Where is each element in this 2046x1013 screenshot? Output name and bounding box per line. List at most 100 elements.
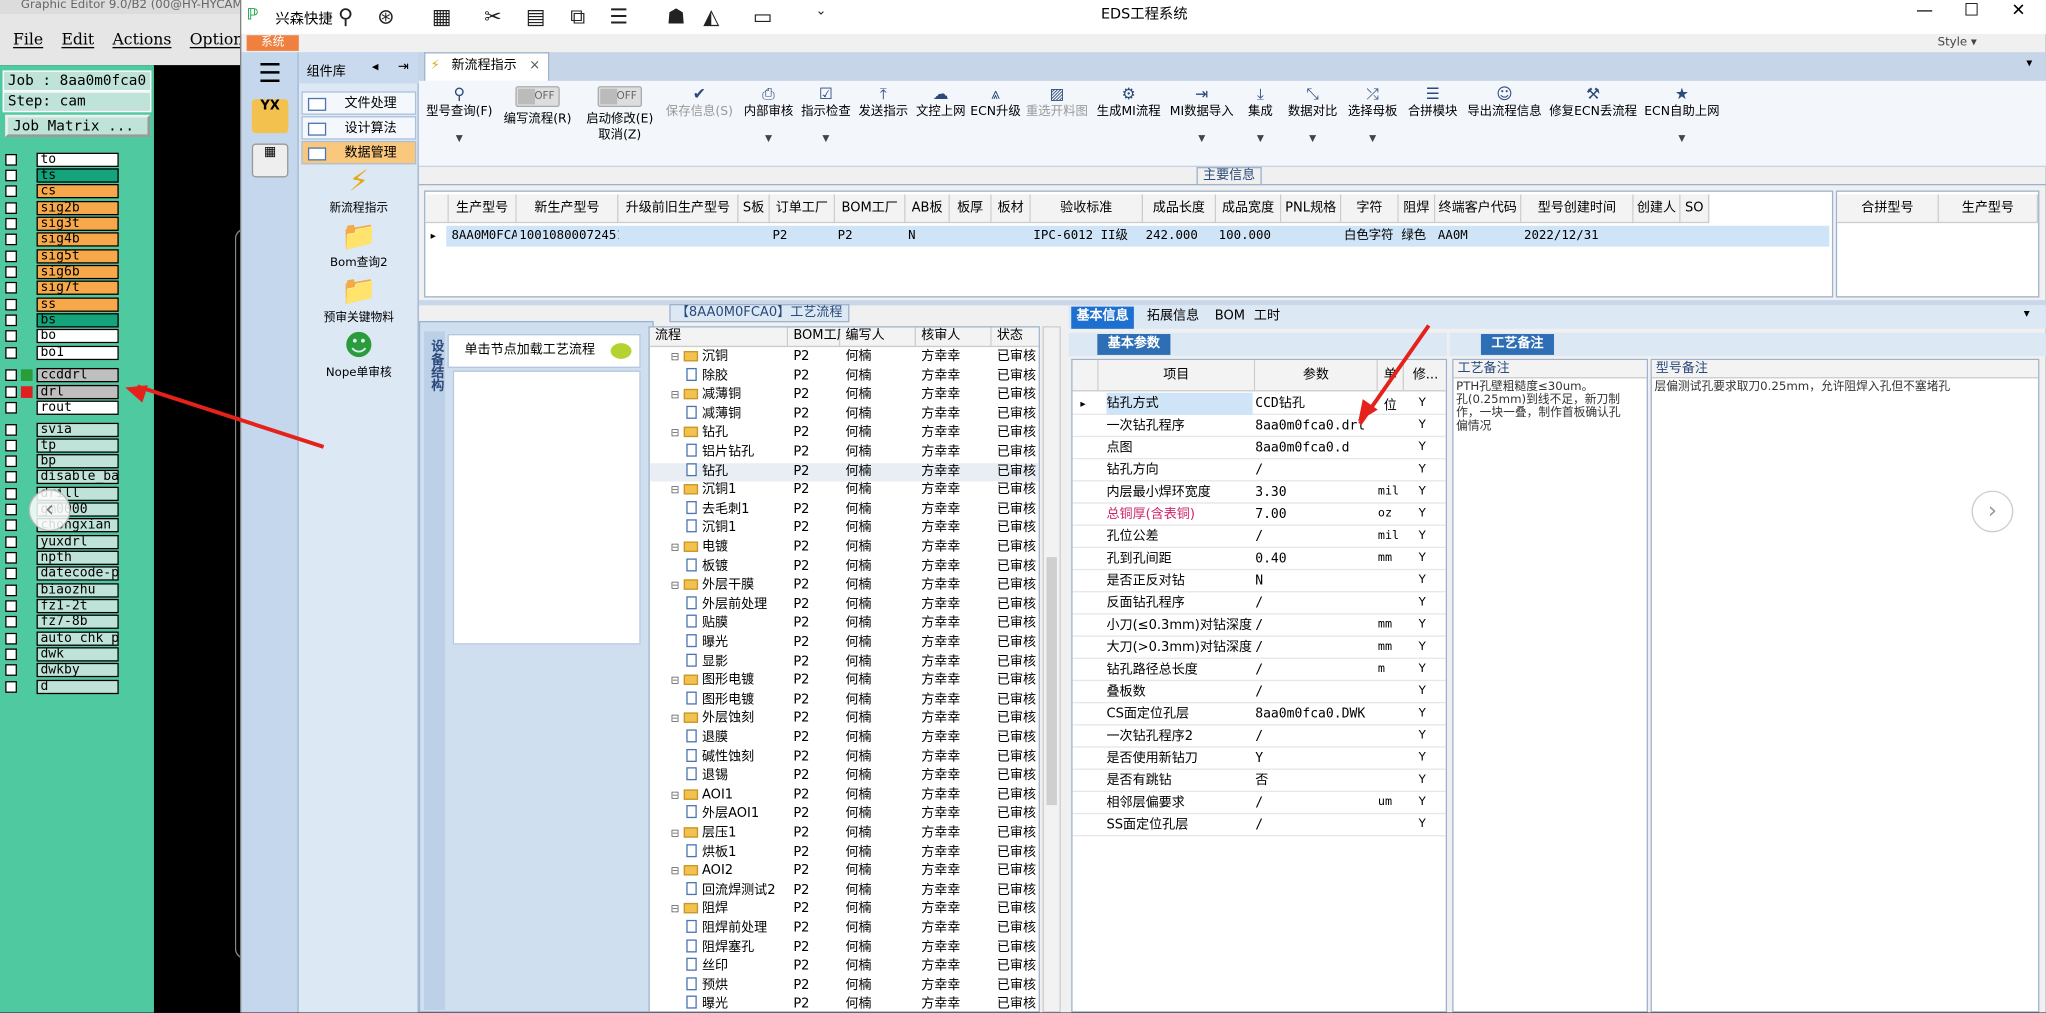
toolbar-button[interactable]: ⚙ 生成MI流程 [1092,86,1165,120]
toolbar-button[interactable]: ☁ 文控上网 [912,86,969,120]
layer-row[interactable]: sig6b [5,264,119,280]
param-row[interactable]: 孔到孔间距 0.40 mm Y [1072,548,1446,571]
param-column-header[interactable]: 参数 [1255,360,1378,392]
layer-checkbox[interactable] [5,168,17,181]
layer-checkbox[interactable] [5,503,17,515]
column-header[interactable]: 新生产型号 [516,194,619,224]
toggle-switch[interactable]: OFF [515,86,560,107]
load-process-hint[interactable]: 单击节点加载工艺流程 [447,334,641,368]
column-header[interactable]: 成品长度 [1143,194,1217,224]
layer-row[interactable]: sig7t [5,279,119,295]
tree-row[interactable]: ⊟ 外层干膜 P2 何楠 方幸幸 已审核 [650,577,1039,596]
toggle-switch[interactable]: OFF [597,86,642,107]
layer-row[interactable]: npth [5,549,119,565]
layer-checkbox[interactable] [5,232,17,245]
layer-checkbox[interactable] [5,632,17,644]
layer-row[interactable]: ccddrl [5,367,119,383]
tree-column-header[interactable]: 编写人 [840,327,916,348]
editor-menu-item[interactable]: Edit [61,30,94,48]
style-menu[interactable]: Style ▾ [1938,37,1977,50]
layer-checkbox[interactable] [5,615,17,627]
tree-row[interactable]: 碱性蚀刻 P2 何楠 方幸幸 已审核 [650,748,1039,767]
tree-row[interactable]: ⊟ 图形电镀 P2 何楠 方幸幸 已审核 [650,672,1039,691]
layer-row[interactable]: sig2b [5,200,119,216]
toolbar-button[interactable]: ✔ 保存信息(S) [662,86,738,120]
layer-checkbox[interactable] [5,346,17,359]
param-value[interactable]: 8aa0m0fca0.d [1255,437,1378,459]
editor-menu-item[interactable]: Actions [112,30,171,48]
param-row[interactable]: 总铜厚(含表铜) 7.00 oz Y [1072,504,1446,526]
toolbar-button[interactable]: ⚲ 型号查询(F) ▼ [424,86,494,146]
layer-row[interactable]: ss [5,296,119,312]
column-header[interactable]: 生产型号 [448,194,517,224]
param-value[interactable]: / [1255,459,1378,481]
tree-row[interactable]: ⊟ 阻焊 P2 何楠 方幸幸 已审核 [650,901,1039,920]
tree-row[interactable]: ⊟ AOI2 P2 何楠 方幸幸 已审核 [650,863,1039,882]
tree-row[interactable]: ⊟ 沉铜 P2 何楠 方幸幸 已审核 [650,348,1039,367]
column-header[interactable]: 验收标准 [1030,194,1144,224]
library-shortcut[interactable]: 📁 Bom查询2 [299,221,419,270]
calculator-icon[interactable]: ▦ [251,143,289,178]
info-tab[interactable]: 工时 [1249,307,1286,329]
library-shortcut[interactable]: ☻ Nope单审核 [299,331,419,380]
next-arrow-icon[interactable]: › [1971,490,2014,533]
column-header[interactable]: S板 [738,194,770,224]
tree-row[interactable]: 阻焊前处理 P2 何楠 方幸幸 已审核 [650,919,1039,939]
collapse-icon[interactable]: ⊟ [671,901,681,920]
column-header[interactable]: 成品宽度 [1216,194,1282,224]
layer-checkbox[interactable] [5,298,17,310]
param-row[interactable]: 反面钻孔程序 / Y [1072,592,1446,615]
param-value[interactable]: 7.00 [1255,504,1378,526]
param-row[interactable]: 是否有跳钻 否 Y [1072,770,1446,793]
column-header[interactable]: 板厚 [949,194,992,224]
layer-checkbox[interactable] [5,217,17,229]
param-row[interactable]: 叠板数 / Y [1072,681,1446,704]
param-row[interactable]: 是否使用新钻刀 Y Y [1072,748,1446,770]
param-value[interactable]: / [1255,681,1378,703]
param-value[interactable]: / [1255,792,1378,814]
tab-new-process[interactable]: ⚡ 新流程指示 × [424,52,550,81]
layer-checkbox[interactable] [5,184,17,197]
param-value[interactable]: Y [1255,748,1378,770]
layer-row[interactable]: svia [5,421,119,437]
collapse-icon[interactable]: ◂ [372,60,379,74]
tree-row[interactable]: 减薄铜 P2 何楠 方幸幸 已审核 [650,405,1039,425]
side-label[interactable]: 设备结构 [424,331,445,1010]
layer-checkbox[interactable] [5,329,17,342]
param-row[interactable]: 相邻层偏要求 / um Y [1072,792,1446,815]
toolbar-button[interactable]: ☰ 合拼模块 [1403,86,1463,120]
editor-canvas[interactable] [153,65,261,1013]
info-tab[interactable]: 拓展信息 [1142,307,1205,329]
param-value[interactable]: 3.30 [1255,481,1378,503]
prev-arrow-icon[interactable]: ‹ [28,489,71,532]
close-icon[interactable]: ✕ [1995,1,2042,21]
column-header[interactable]: PNL规格 [1281,194,1342,224]
toolbar-button[interactable]: ▨ 重选开料图 [1022,86,1092,120]
pin-icon[interactable]: ⇥ [398,60,409,74]
layer-row[interactable]: disable_bala [5,468,119,484]
layer-checkbox[interactable] [5,470,17,483]
toolbar-button[interactable]: ⎙ 内部审核 ▼ [740,86,797,146]
tree-row[interactable]: 铝片钻孔 P2 何楠 方幸幸 已审核 [650,443,1039,463]
collapse-icon[interactable]: ⊟ [671,348,681,367]
layer-row[interactable]: cs [5,183,119,199]
yx-logo-icon[interactable]: YX [251,99,289,134]
tree-row[interactable]: 外层AOI1 P2 何楠 方幸幸 已审核 [650,805,1039,825]
layer-row[interactable]: ts [5,167,119,183]
param-value[interactable]: / [1255,659,1378,681]
param-row[interactable]: 一次钻孔程序 8aa0m0fca0.drl Y [1072,415,1446,438]
tree-column-header[interactable]: 核审人 [915,327,992,348]
tree-scrollbar[interactable] [1042,326,1061,1013]
layer-row[interactable]: rout [5,399,119,415]
layer-checkbox[interactable] [5,647,17,660]
collapse-icon[interactable]: ⊟ [671,425,681,444]
param-column-header[interactable]: 项目 [1098,360,1256,392]
column-header[interactable]: BOM工厂 [835,194,906,224]
toolbar-button[interactable]: OFF 启动修改(E) 取消(Z) [581,86,659,143]
toolbar-button[interactable]: ⇥ MI数据导入 ▼ [1165,86,1238,146]
tree-column-header[interactable]: 状态 [991,327,1039,348]
toolbar-button[interactable]: ★ ECN自助上网 ▼ [1640,86,1724,146]
layer-checkbox[interactable] [5,281,17,293]
layer-row[interactable]: biaozhu [5,582,119,598]
layer-row[interactable]: sig5t [5,248,119,264]
